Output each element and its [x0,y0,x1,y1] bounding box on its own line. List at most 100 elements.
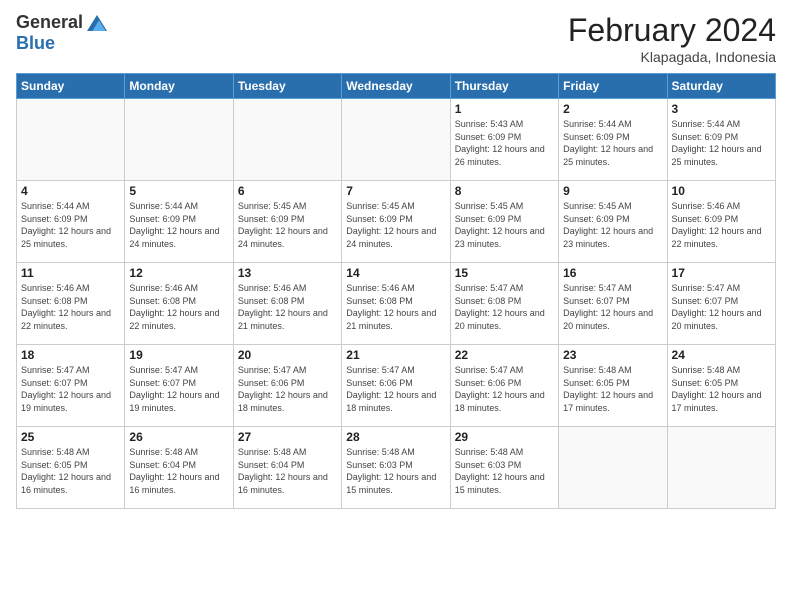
calendar-cell: 16 Sunrise: 5:47 AMSunset: 6:07 PMDayligh… [559,263,667,345]
calendar-week-row: 25 Sunrise: 5:48 AMSunset: 6:05 PMDayligh… [17,427,776,509]
day-info: Sunrise: 5:47 AMSunset: 6:06 PMDaylight:… [455,364,554,414]
calendar-cell: 8 Sunrise: 5:45 AMSunset: 6:09 PMDaylight… [450,181,558,263]
calendar-cell: 10 Sunrise: 5:46 AMSunset: 6:09 PMDayligh… [667,181,775,263]
day-info: Sunrise: 5:47 AMSunset: 6:06 PMDaylight:… [238,364,337,414]
calendar-cell: 4 Sunrise: 5:44 AMSunset: 6:09 PMDaylight… [17,181,125,263]
day-number: 14 [346,266,445,280]
day-info: Sunrise: 5:47 AMSunset: 6:07 PMDaylight:… [563,282,662,332]
day-number: 11 [21,266,120,280]
calendar-day-header: Tuesday [233,74,341,99]
day-number: 25 [21,430,120,444]
logo: General Blue [16,12,107,54]
header: General Blue February 2024 Klapagada, In… [16,12,776,65]
calendar-cell: 21 Sunrise: 5:47 AMSunset: 6:06 PMDayligh… [342,345,450,427]
day-info: Sunrise: 5:48 AMSunset: 6:03 PMDaylight:… [455,446,554,496]
calendar-cell: 28Sunrise: 5:48 AMSunset: 6:03 PMDayligh… [342,427,450,509]
calendar-week-row: 18 Sunrise: 5:47 AMSunset: 6:07 PMDayligh… [17,345,776,427]
day-number: 19 [129,348,228,362]
calendar-cell [667,427,775,509]
calendar-week-row: 11 Sunrise: 5:46 AMSunset: 6:08 PMDayligh… [17,263,776,345]
calendar-day-header: Wednesday [342,74,450,99]
day-number: 10 [672,184,771,198]
day-number: 6 [238,184,337,198]
day-info: Sunrise: 5:45 AMSunset: 6:09 PMDaylight:… [238,200,337,250]
day-info: Sunrise: 5:47 AMSunset: 6:06 PMDaylight:… [346,364,445,414]
day-info: Sunrise: 5:48 AMSunset: 6:05 PMDaylight:… [563,364,662,414]
day-number: 3 [672,102,771,116]
day-info: Sunrise: 5:48 AMSunset: 6:05 PMDaylight:… [672,364,771,414]
calendar-cell: 9Sunrise: 5:45 AMSunset: 6:09 PMDaylight… [559,181,667,263]
day-number: 18 [21,348,120,362]
day-info: Sunrise: 5:47 AMSunset: 6:08 PMDaylight:… [455,282,554,332]
calendar-week-row: 4 Sunrise: 5:44 AMSunset: 6:09 PMDaylight… [17,181,776,263]
day-number: 20 [238,348,337,362]
calendar-day-header: Thursday [450,74,558,99]
calendar-header-row: SundayMondayTuesdayWednesdayThursdayFrid… [17,74,776,99]
calendar-cell: 27Sunrise: 5:48 AMSunset: 6:04 PMDayligh… [233,427,341,509]
day-info: Sunrise: 5:47 AMSunset: 6:07 PMDaylight:… [21,364,120,414]
calendar-cell: 17 Sunrise: 5:47 AMSunset: 6:07 PMDayligh… [667,263,775,345]
day-info: Sunrise: 5:46 AMSunset: 6:08 PMDaylight:… [129,282,228,332]
day-info: Sunrise: 5:48 AMSunset: 6:05 PMDaylight:… [21,446,120,496]
day-info: Sunrise: 5:45 AMSunset: 6:09 PMDaylight:… [455,200,554,250]
day-info: Sunrise: 5:46 AMSunset: 6:08 PMDaylight:… [21,282,120,332]
calendar-day-header: Friday [559,74,667,99]
day-info: Sunrise: 5:44 AMSunset: 6:09 PMDaylight:… [129,200,228,250]
calendar-cell: 14 Sunrise: 5:46 AMSunset: 6:08 PMDayligh… [342,263,450,345]
day-info: Sunrise: 5:48 AMSunset: 6:04 PMDaylight:… [238,446,337,496]
calendar-cell: 25 Sunrise: 5:48 AMSunset: 6:05 PMDayligh… [17,427,125,509]
day-info: Sunrise: 5:46 AMSunset: 6:09 PMDaylight:… [672,200,771,250]
day-number: 16 [563,266,662,280]
calendar-cell [559,427,667,509]
calendar-cell: 29 Sunrise: 5:48 AMSunset: 6:03 PMDayligh… [450,427,558,509]
calendar-cell: 12 Sunrise: 5:46 AMSunset: 6:08 PMDayligh… [125,263,233,345]
day-info: Sunrise: 5:44 AMSunset: 6:09 PMDaylight:… [672,118,771,168]
day-number: 13 [238,266,337,280]
calendar-cell: 1Sunrise: 5:43 AMSunset: 6:09 PMDaylight… [450,99,558,181]
day-info: Sunrise: 5:44 AMSunset: 6:09 PMDaylight:… [21,200,120,250]
calendar-cell: 3 Sunrise: 5:44 AMSunset: 6:09 PMDaylight… [667,99,775,181]
calendar-table: SundayMondayTuesdayWednesdayThursdayFrid… [16,73,776,509]
day-number: 2 [563,102,662,116]
calendar-cell: 24Sunrise: 5:48 AMSunset: 6:05 PMDayligh… [667,345,775,427]
calendar-cell: 11 Sunrise: 5:46 AMSunset: 6:08 PMDayligh… [17,263,125,345]
logo-blue: Blue [16,33,55,53]
day-number: 8 [455,184,554,198]
day-number: 26 [129,430,228,444]
subtitle: Klapagada, Indonesia [568,49,776,65]
calendar-cell: 19 Sunrise: 5:47 AMSunset: 6:07 PMDayligh… [125,345,233,427]
day-info: Sunrise: 5:44 AMSunset: 6:09 PMDaylight:… [563,118,662,168]
calendar-cell: 23Sunrise: 5:48 AMSunset: 6:05 PMDayligh… [559,345,667,427]
day-info: Sunrise: 5:47 AMSunset: 6:07 PMDaylight:… [129,364,228,414]
calendar-day-header: Sunday [17,74,125,99]
day-number: 29 [455,430,554,444]
calendar-cell [233,99,341,181]
calendar-cell: 2 Sunrise: 5:44 AMSunset: 6:09 PMDaylight… [559,99,667,181]
day-info: Sunrise: 5:47 AMSunset: 6:07 PMDaylight:… [672,282,771,332]
day-number: 12 [129,266,228,280]
calendar-day-header: Monday [125,74,233,99]
day-info: Sunrise: 5:46 AMSunset: 6:08 PMDaylight:… [238,282,337,332]
day-number: 21 [346,348,445,362]
title-section: February 2024 Klapagada, Indonesia [568,12,776,65]
day-number: 9 [563,184,662,198]
calendar-cell: 15 Sunrise: 5:47 AMSunset: 6:08 PMDayligh… [450,263,558,345]
calendar-cell: 26 Sunrise: 5:48 AMSunset: 6:04 PMDayligh… [125,427,233,509]
calendar-cell [17,99,125,181]
logo-icon [87,13,107,33]
calendar-cell [342,99,450,181]
day-number: 17 [672,266,771,280]
day-number: 28 [346,430,445,444]
day-number: 15 [455,266,554,280]
calendar-cell: 18 Sunrise: 5:47 AMSunset: 6:07 PMDayligh… [17,345,125,427]
day-number: 1 [455,102,554,116]
day-number: 4 [21,184,120,198]
calendar-day-header: Saturday [667,74,775,99]
calendar-cell: 5Sunrise: 5:44 AMSunset: 6:09 PMDaylight… [125,181,233,263]
day-info: Sunrise: 5:48 AMSunset: 6:04 PMDaylight:… [129,446,228,496]
calendar-cell: 6 Sunrise: 5:45 AMSunset: 6:09 PMDaylight… [233,181,341,263]
day-info: Sunrise: 5:46 AMSunset: 6:08 PMDaylight:… [346,282,445,332]
calendar-cell: 7Sunrise: 5:45 AMSunset: 6:09 PMDaylight… [342,181,450,263]
day-number: 22 [455,348,554,362]
logo-general: General [16,12,83,33]
